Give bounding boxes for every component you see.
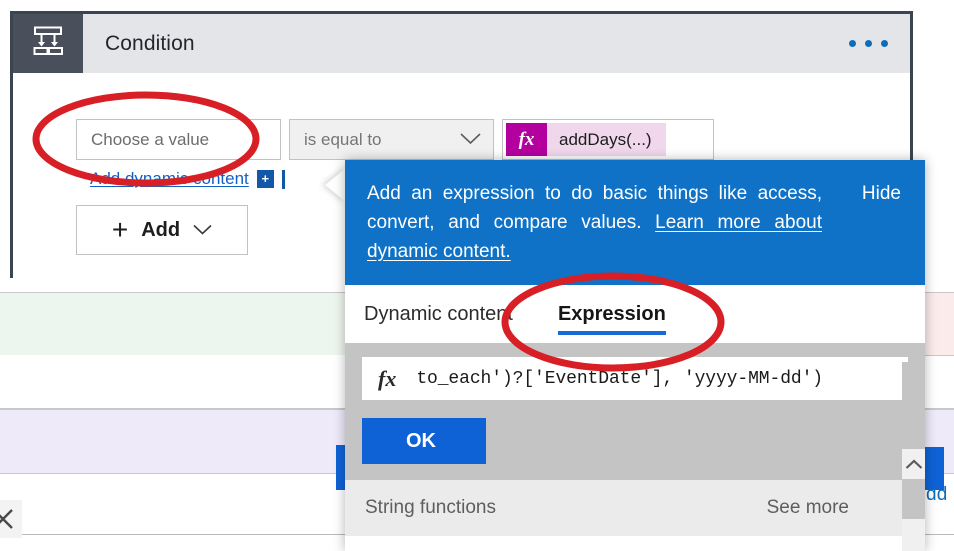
add-button[interactable]: + Add	[76, 205, 248, 255]
see-more-link[interactable]: See more	[767, 497, 905, 519]
panel-scrollbar-thumb[interactable]	[902, 479, 925, 519]
choose-a-value-field[interactable]: Choose a value	[76, 119, 281, 160]
hide-button[interactable]: Hide	[862, 179, 903, 285]
add-dynamic-content-row: Add dynamic content +	[90, 169, 285, 189]
expression-editor-area: fx to_each')?['EventDate'], 'yyyy-MM-dd'…	[345, 343, 925, 480]
add-button-label: Add	[141, 218, 181, 241]
functions-category-label: String functions	[365, 497, 496, 518]
tab-expression[interactable]: Expression	[557, 285, 666, 343]
fx-icon: fx	[378, 365, 397, 391]
operator-select-value: is equal to	[304, 129, 382, 149]
chevron-down-icon	[460, 130, 481, 150]
background-action-row-pink	[920, 292, 954, 356]
ellipsis-dot	[881, 40, 888, 47]
operator-select[interactable]: is equal to	[289, 119, 494, 160]
close-x-icon	[0, 506, 16, 532]
plus-badge-icon[interactable]: +	[256, 170, 274, 188]
chevron-up-icon[interactable]	[902, 449, 925, 479]
panel-scrollbar-track[interactable]	[902, 362, 925, 449]
ellipsis-icon[interactable]	[849, 14, 910, 73]
expression-input-value: to_each')?['EventDate'], 'yyyy-MM-dd')	[416, 368, 823, 389]
text-cursor-caret	[281, 169, 285, 189]
fx-icon: fx	[506, 123, 547, 156]
chevron-down-icon	[193, 222, 212, 239]
condition-icon-container	[13, 14, 83, 73]
condition-branch-icon	[30, 23, 66, 64]
tab-selected-underline	[557, 331, 666, 335]
ok-button[interactable]: OK	[362, 418, 486, 464]
plus-icon: +	[111, 214, 129, 245]
close-button[interactable]	[0, 500, 22, 538]
functions-category-bar: String functions See more	[345, 480, 925, 536]
background-add-link[interactable]: dd	[926, 484, 948, 506]
panel-info-banner-text: Add an expression to do basic things lik…	[367, 179, 822, 285]
tab-dynamic-content-label: Dynamic content	[364, 302, 513, 325]
condition-expression-row: Choose a value is equal to fx addDays(..…	[76, 119, 714, 160]
page-title: Condition	[105, 31, 195, 55]
condition-value-field[interactable]: fx addDays(...)	[502, 119, 714, 160]
panel-scrollbar[interactable]	[902, 362, 925, 551]
ellipsis-dot	[849, 40, 856, 47]
expression-input[interactable]: fx to_each')?['EventDate'], 'yyyy-MM-dd'…	[362, 357, 908, 400]
ellipsis-dot	[865, 40, 872, 47]
panel-info-banner: Add an expression to do basic things lik…	[345, 160, 925, 285]
panel-pointer-arrow	[325, 168, 346, 202]
panel-tab-bar: Dynamic content Expression	[345, 285, 925, 343]
tab-dynamic-content[interactable]: Dynamic content	[364, 285, 513, 343]
add-dynamic-content-link[interactable]: Add dynamic content	[90, 169, 249, 189]
dynamic-content-panel: Add an expression to do basic things lik…	[345, 160, 925, 551]
condition-card-header: Condition	[13, 14, 910, 73]
expression-token[interactable]: fx addDays(...)	[506, 123, 666, 156]
expression-token-label: addDays(...)	[547, 123, 666, 156]
tab-expression-label: Expression	[557, 302, 666, 325]
